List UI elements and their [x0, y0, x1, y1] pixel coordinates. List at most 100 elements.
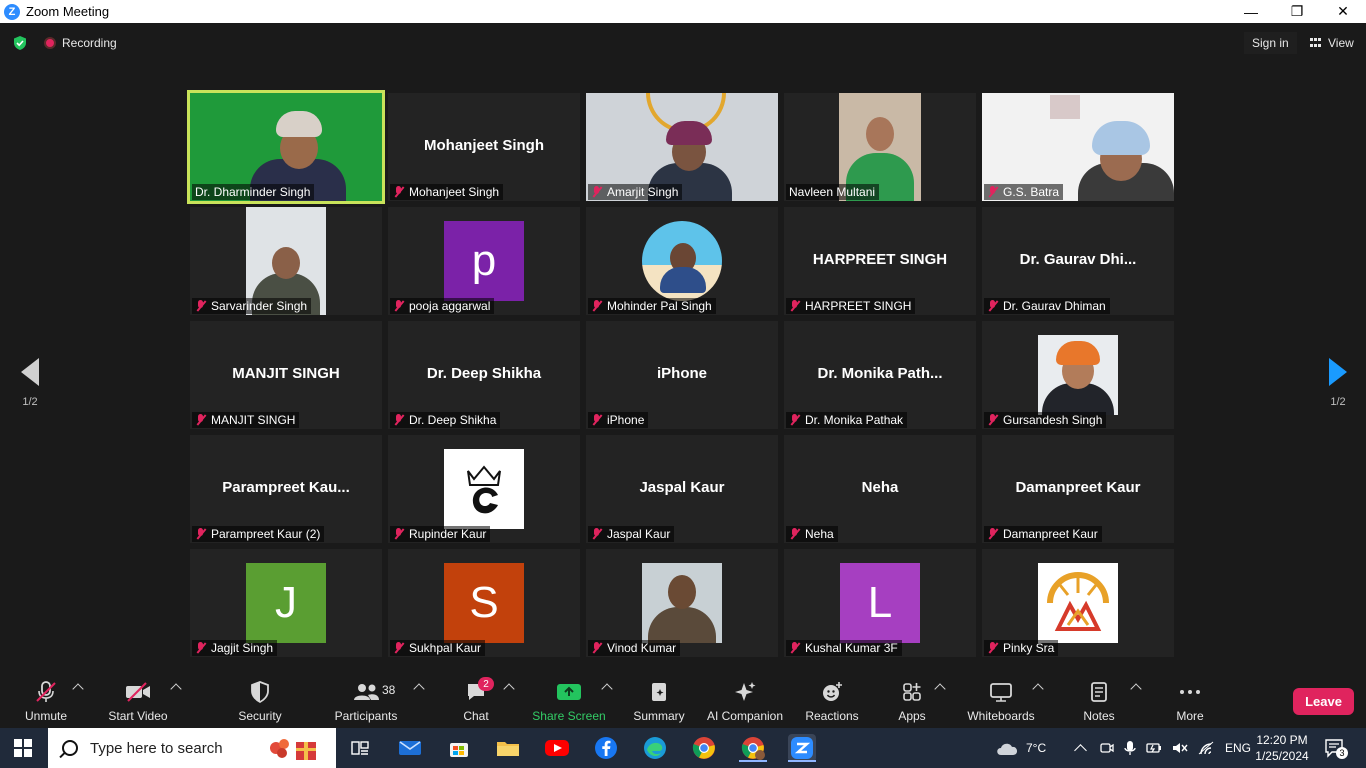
mic-muted-icon [195, 414, 206, 426]
unmute-options-caret-icon[interactable] [72, 683, 84, 695]
participant-tile[interactable]: Parampreet Kau... Parampreet Kaur (2) [190, 435, 382, 543]
youtube-icon[interactable] [543, 734, 571, 762]
participant-name-label: Vinod Kumar [588, 640, 681, 656]
participants-options-caret-icon[interactable] [413, 683, 425, 695]
unmute-label: Unmute [24, 709, 68, 723]
clock-date: 1/25/2024 [1255, 749, 1309, 763]
sign-in-button[interactable]: Sign in [1244, 32, 1297, 54]
participant-display-name: Dr. Gaurav Dhi... [1019, 251, 1137, 268]
participant-tile[interactable]: Dr. Dharminder Singh [187, 90, 385, 204]
weather-widget[interactable]: 7°C [994, 728, 1046, 768]
security-label: Security [238, 709, 282, 723]
initial-avatar: J [246, 563, 326, 643]
participant-tile[interactable]: Vinod Kumar [586, 549, 778, 657]
mic-muted-icon [195, 642, 206, 654]
task-view-icon[interactable] [346, 734, 374, 762]
participant-tile[interactable]: Mohinder Pal Singh [586, 207, 778, 315]
participant-tile[interactable]: iPhone iPhone [586, 321, 778, 429]
participant-tile[interactable]: Damanpreet Kaur Damanpreet Kaur [982, 435, 1174, 543]
apps-button[interactable]: Apps [892, 679, 932, 725]
participant-name-label: HARPREET SINGH [786, 298, 916, 314]
maximize-button[interactable]: ❐ [1274, 0, 1320, 23]
apps-options-caret-icon[interactable] [934, 683, 946, 695]
video-options-caret-icon[interactable] [170, 683, 182, 695]
participant-tile[interactable]: p pooja aggarwal [388, 207, 580, 315]
ai-companion-button[interactable]: AI Companion [704, 679, 786, 725]
leave-button[interactable]: Leave [1293, 688, 1354, 715]
participant-tile[interactable]: Rupinder Kaur [388, 435, 580, 543]
notes-button[interactable]: Notes [1080, 679, 1118, 725]
view-button[interactable]: View [1304, 32, 1360, 54]
reactions-emoji-icon [823, 682, 842, 701]
participant-tile[interactable]: MANJIT SINGH MANJIT SINGH [190, 321, 382, 429]
close-button[interactable]: ✕ [1320, 0, 1366, 23]
participant-tile[interactable]: Mohanjeet Singh Mohanjeet Singh [388, 93, 580, 201]
whiteboards-button[interactable]: Whiteboards [964, 679, 1038, 725]
start-video-label: Start Video [108, 709, 168, 723]
unmute-button[interactable]: Unmute [20, 679, 72, 725]
participant-name-label: Damanpreet Kaur [984, 526, 1102, 542]
initial-avatar: L [840, 563, 920, 643]
participant-tile[interactable]: L Kushal Kumar 3F [784, 549, 976, 657]
participant-tile[interactable]: Dr. Monika Path... Dr. Monika Pathak [784, 321, 976, 429]
share-screen-button[interactable]: Share Screen [532, 679, 606, 725]
chrome-browser-icon[interactable] [690, 734, 718, 762]
taskbar-search-box[interactable]: Type here to search [48, 728, 336, 768]
participant-tile[interactable]: Neha Neha [784, 435, 976, 543]
participant-tile[interactable]: Pinky Sra [982, 549, 1174, 657]
summary-button[interactable]: Summary [630, 679, 688, 725]
notes-options-caret-icon[interactable] [1130, 683, 1142, 695]
taskbar-clock[interactable]: 12:20 PM 1/25/2024 [1250, 732, 1314, 764]
notification-center-button[interactable]: 3 [1324, 738, 1348, 759]
recording-indicator[interactable]: Recording [44, 36, 117, 50]
participant-tile[interactable]: Sarvarinder Singh [190, 207, 382, 315]
arrow-left-icon [21, 358, 39, 386]
participant-tile[interactable]: Dr. Deep Shikha Dr. Deep Shikha [388, 321, 580, 429]
battery-charging-icon[interactable] [1145, 741, 1163, 755]
notification-count: 3 [1336, 747, 1348, 759]
chat-options-caret-icon[interactable] [503, 683, 515, 695]
file-explorer-icon[interactable] [494, 734, 522, 762]
edge-browser-icon[interactable] [641, 734, 669, 762]
input-language[interactable]: ENG [1225, 741, 1251, 755]
start-video-button[interactable]: Start Video [106, 679, 170, 725]
wifi-icon[interactable] [1197, 740, 1215, 756]
participant-tile[interactable]: HARPREET SINGH HARPREET SINGH [784, 207, 976, 315]
mic-muted-icon [393, 300, 404, 312]
reactions-button[interactable]: Reactions [804, 679, 860, 725]
chevron-up-icon[interactable] [1074, 743, 1087, 757]
zoom-taskbar-icon[interactable] [788, 734, 816, 762]
microphone-icon[interactable] [1123, 740, 1137, 756]
chrome-profile-icon[interactable] [739, 734, 767, 762]
encryption-shield-icon[interactable] [12, 35, 28, 51]
participant-tile[interactable]: Jaspal Kaur Jaspal Kaur [586, 435, 778, 543]
meet-now-icon[interactable] [1099, 740, 1115, 756]
meeting-toolbar: Unmute Start Video Security Participants… [0, 673, 1366, 728]
mail-app-icon[interactable] [396, 734, 424, 762]
zoom-app-icon: Z [4, 3, 20, 20]
microsoft-store-icon[interactable] [445, 734, 473, 762]
initial-avatar: p [444, 221, 524, 301]
minimize-button[interactable]: — [1228, 0, 1274, 23]
participant-tile[interactable]: G.S. Batra [982, 93, 1174, 201]
facebook-icon[interactable] [592, 734, 620, 762]
zoom-meeting-window: Z Zoom Meeting — ❐ ✕ Recording Sign in V… [0, 0, 1366, 768]
participant-tile[interactable]: Gursandesh Singh [982, 321, 1174, 429]
participant-tile[interactable]: J Jagjit Singh [190, 549, 382, 657]
arrow-right-icon [1329, 358, 1347, 386]
mic-muted-icon [591, 414, 602, 426]
participant-tile[interactable]: Dr. Gaurav Dhi... Dr. Gaurav Dhiman [982, 207, 1174, 315]
chat-button[interactable]: 2 Chat [456, 677, 496, 725]
previous-page-button[interactable]: 1/2 [18, 358, 42, 408]
initial-avatar: S [444, 563, 524, 643]
participant-tile[interactable]: Navleen Multani [784, 93, 976, 201]
ai-sparkle-icon [735, 682, 756, 701]
mic-muted-icon [987, 642, 998, 654]
participant-tile[interactable]: S Sukhpal Kaur [388, 549, 580, 657]
participant-tile[interactable]: Amarjit Singh [586, 93, 778, 201]
security-button[interactable]: Security [236, 679, 284, 725]
speaker-muted-icon[interactable] [1171, 740, 1189, 756]
next-page-button[interactable]: 1/2 [1326, 358, 1350, 408]
more-button[interactable]: More [1172, 679, 1208, 725]
windows-start-icon[interactable] [14, 739, 32, 757]
